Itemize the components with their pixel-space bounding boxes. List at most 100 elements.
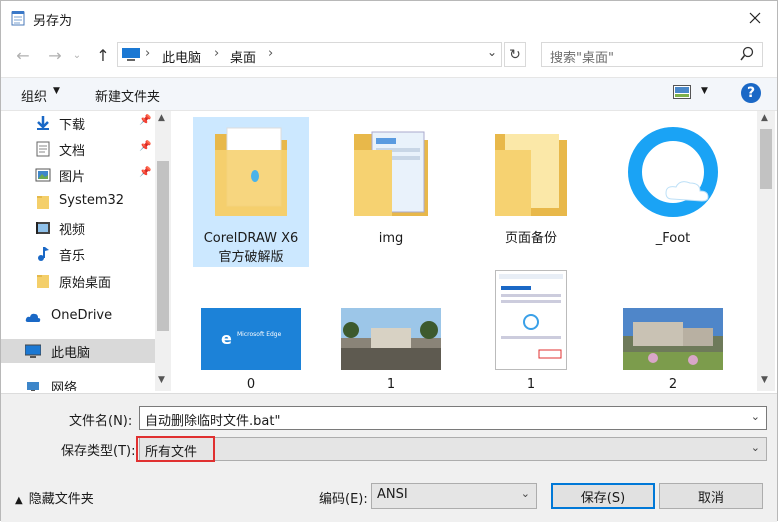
scrollbar-thumb[interactable] xyxy=(157,161,169,331)
save-button[interactable]: 保存(S) xyxy=(551,483,655,509)
file-item-0[interactable]: e Microsoft Edge 0 xyxy=(193,261,309,391)
close-button[interactable] xyxy=(741,5,769,31)
chevron-down-icon[interactable]: ⌄ xyxy=(487,45,497,59)
caret-down-icon[interactable]: ▼ xyxy=(53,86,60,96)
search-icon xyxy=(740,46,754,61)
file-name: 1 xyxy=(386,377,396,391)
scroll-down-icon[interactable]: ▼ xyxy=(761,375,768,385)
close-icon xyxy=(749,12,761,24)
pin-icon[interactable]: 📌 xyxy=(139,115,151,126)
encoding-label: 编码(E): xyxy=(319,492,368,507)
cancel-button[interactable]: 取消 xyxy=(659,483,763,509)
sidebar-item-label: OneDrive xyxy=(51,308,113,323)
hide-folders-toggle[interactable]: ▲ 隐藏文件夹 xyxy=(15,488,94,507)
breadcrumb-separator-icon: › xyxy=(214,46,220,61)
sidebar-item-downloads[interactable]: 下载 📌 xyxy=(1,111,155,135)
campus-photo-thumbnail xyxy=(341,308,441,370)
folder-icon xyxy=(495,134,567,216)
file-name: 1 xyxy=(526,377,536,391)
chevron-down-icon: ⌄ xyxy=(72,49,82,61)
breadcrumb-separator-icon: › xyxy=(145,46,151,61)
search-placeholder: 搜索"桌面" xyxy=(550,51,614,66)
view-options-icon[interactable] xyxy=(673,85,691,99)
chevron-down-icon[interactable]: ⌄ xyxy=(751,410,760,423)
save-form: 文件名(N): 自动删除临时文件.bat" ⌄ 保存类型(T): 所有文件 ⌄ … xyxy=(1,393,777,522)
help-button[interactable]: ? xyxy=(741,83,761,103)
scroll-up-icon[interactable]: ▲ xyxy=(761,113,768,123)
recent-dropdown[interactable]: ⌄ xyxy=(67,45,87,65)
annotation-highlight-box xyxy=(136,436,215,462)
notepad-icon xyxy=(11,11,25,26)
filetype-label: 保存类型(T): xyxy=(61,444,136,459)
sidebar-item-original-desktop[interactable]: 原始桌面 xyxy=(1,269,155,293)
file-item-1a[interactable]: 1 xyxy=(333,261,449,391)
title-bar: 另存为 xyxy=(1,1,777,35)
encoding-select[interactable]: ANSI ⌄ xyxy=(371,483,537,509)
file-item-coreldraw[interactable]: CorelDRAW X6 官方破解版 xyxy=(193,117,309,267)
sidebar-item-pictures[interactable]: 图片 📌 xyxy=(1,163,155,187)
sidebar-item-system32[interactable]: System32 xyxy=(1,190,155,214)
sidebar-item-label: 视频 xyxy=(59,223,86,238)
organize-button[interactable]: 组织 xyxy=(21,86,47,105)
scroll-down-icon[interactable]: ▼ xyxy=(158,375,165,385)
forward-button[interactable]: → xyxy=(45,45,65,65)
sidebar-item-label: System32 xyxy=(59,193,125,208)
sidebar-item-label: 文档 xyxy=(59,144,86,159)
folder-icon xyxy=(354,131,428,216)
network-icon xyxy=(27,382,39,391)
chevron-down-icon[interactable]: ⌄ xyxy=(521,487,530,500)
back-button[interactable]: ← xyxy=(13,45,33,65)
breadcrumb-this-pc[interactable]: 此电脑 xyxy=(162,47,201,66)
new-folder-button[interactable]: 新建文件夹 xyxy=(95,86,160,105)
refresh-icon: ↻ xyxy=(509,46,521,63)
chevron-up-icon: ▲ xyxy=(15,495,23,506)
sidebar-item-label: 下载 xyxy=(59,118,86,133)
filename-input[interactable]: 自动删除临时文件.bat" ⌄ xyxy=(139,406,767,430)
filetype-select[interactable]: 所有文件 ⌄ xyxy=(139,437,767,461)
file-name: _Foot xyxy=(655,231,691,246)
sidebar-scrollbar[interactable]: ▲ ▼ xyxy=(155,111,171,391)
folder-icon xyxy=(37,275,49,288)
arrow-up-icon: ↑ xyxy=(96,45,110,65)
address-bar[interactable]: › 此电脑 › 桌面 › ⌄ xyxy=(117,42,502,67)
sidebar-item-documents[interactable]: 文档 📌 xyxy=(1,137,155,161)
svg-text:e: e xyxy=(221,329,232,348)
navigation-pane: 下载 📌 文档 📌 图片 📌 System32 视频 音乐 原始桌面 OneDr… xyxy=(1,111,171,391)
breadcrumb-separator-icon: › xyxy=(268,46,274,61)
breadcrumb-desktop[interactable]: 桌面 xyxy=(230,47,256,66)
caret-down-icon[interactable]: ▼ xyxy=(701,86,708,96)
thumbnail-caption: Microsoft Edge xyxy=(237,331,282,338)
file-item-page-backup[interactable]: 页面备份 xyxy=(473,117,589,257)
scrollbar-thumb[interactable] xyxy=(760,129,772,189)
filename-value: 自动删除临时文件.bat" xyxy=(145,414,281,429)
refresh-button[interactable]: ↻ xyxy=(504,42,526,67)
pin-icon[interactable]: 📌 xyxy=(139,167,151,178)
scroll-up-icon[interactable]: ▲ xyxy=(158,113,165,123)
file-name: img xyxy=(378,231,404,246)
sidebar-item-onedrive[interactable]: OneDrive xyxy=(1,305,155,329)
file-name: 2 xyxy=(668,377,678,391)
file-name: CorelDRAW X6 xyxy=(203,231,299,246)
sidebar-item-this-pc[interactable]: 此电脑 xyxy=(1,339,155,363)
file-item-foot[interactable]: _Foot xyxy=(615,117,731,257)
file-item-2[interactable]: 2 xyxy=(615,261,731,391)
search-input[interactable]: 搜索"桌面" xyxy=(541,42,763,67)
document-icon xyxy=(36,141,50,157)
dialog-screenshot-thumbnail xyxy=(495,270,567,370)
filename-label: 文件名(N): xyxy=(69,414,133,429)
arrow-left-icon: ← xyxy=(16,45,30,65)
sidebar-item-label: 网络 xyxy=(51,381,78,391)
file-list: CorelDRAW X6 官方破解版 img 页面备份 _Foot e Micr… xyxy=(173,111,757,391)
chevron-down-icon[interactable]: ⌄ xyxy=(751,441,760,454)
sidebar-item-music[interactable]: 音乐 xyxy=(1,242,155,266)
file-item-img[interactable]: img xyxy=(333,117,449,257)
folder-icon xyxy=(215,127,287,216)
video-icon xyxy=(36,222,50,234)
computer-icon xyxy=(122,48,140,61)
pin-icon[interactable]: 📌 xyxy=(139,141,151,152)
file-item-1b[interactable]: 1 xyxy=(473,261,589,391)
sidebar-item-videos[interactable]: 视频 xyxy=(1,216,155,240)
file-list-scrollbar[interactable]: ▲ ▼ xyxy=(757,111,775,391)
sidebar-item-network[interactable]: 网络 xyxy=(1,374,155,391)
up-button[interactable]: ↑ xyxy=(93,45,113,65)
